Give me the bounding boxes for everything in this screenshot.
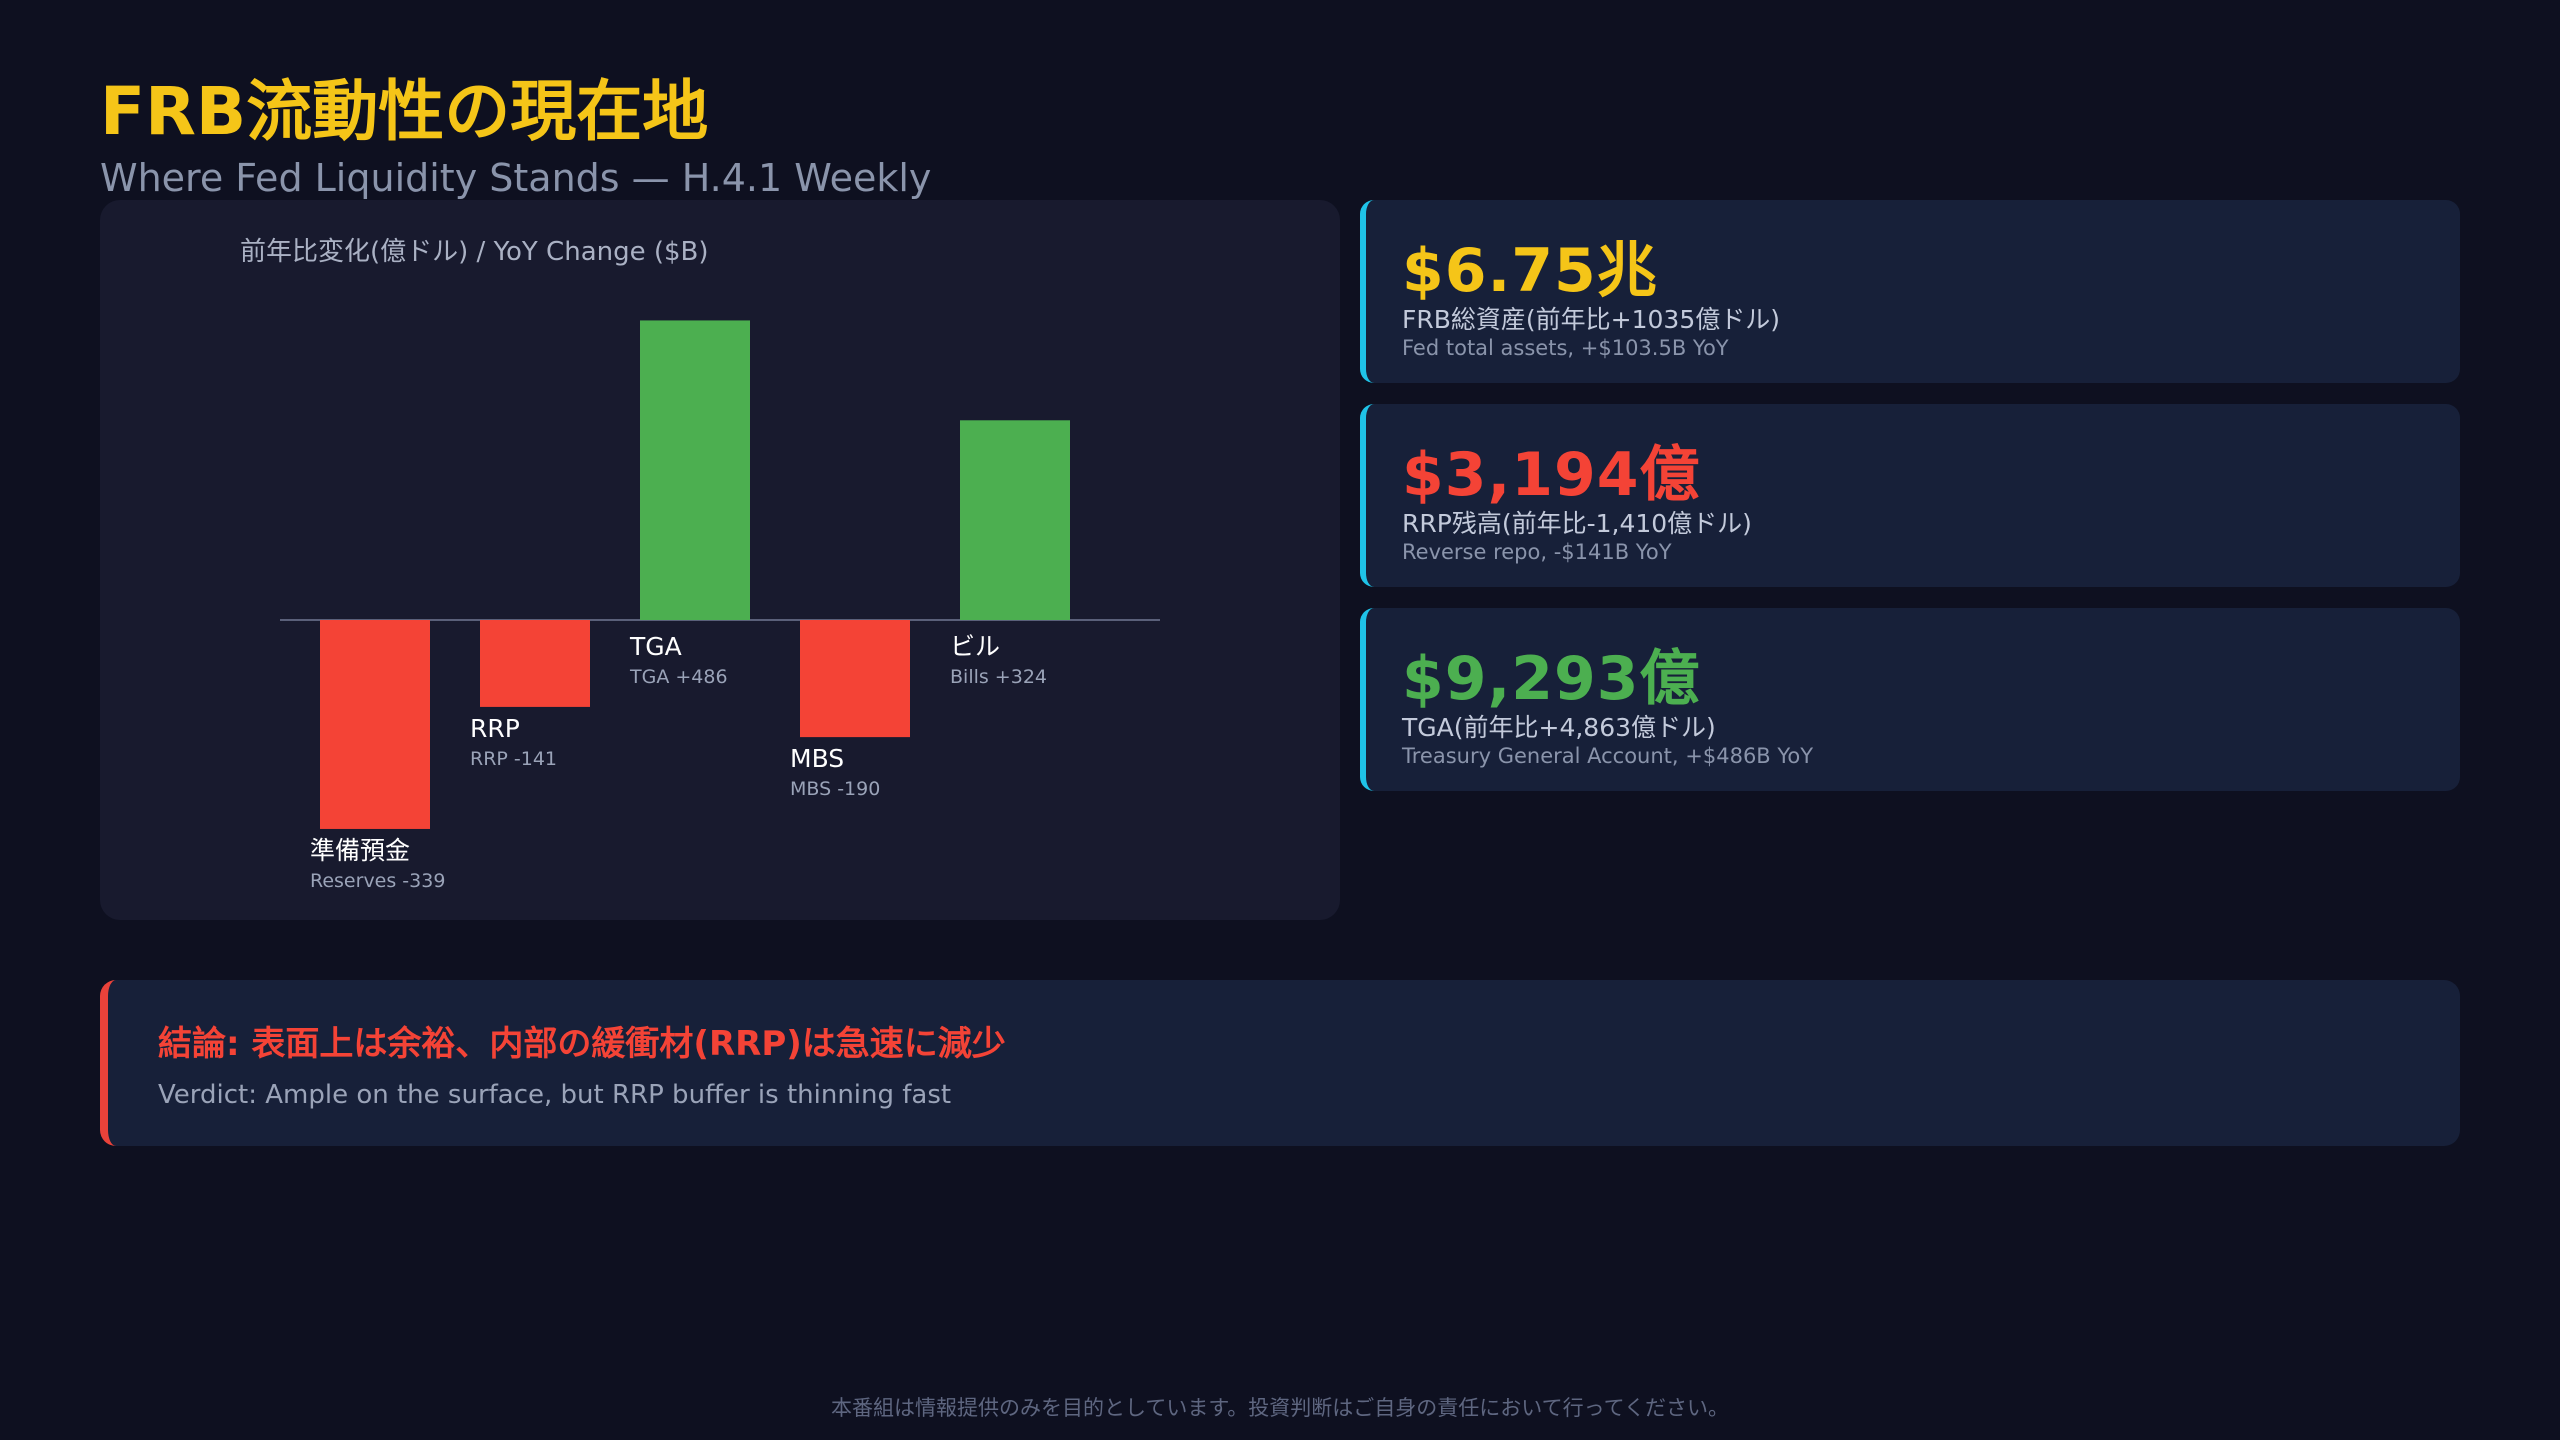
card-value: $9,293億 bbox=[1402, 644, 1701, 714]
bar-sublabel-reserves: Reserves -339 bbox=[310, 870, 445, 892]
bar-sublabel-mbs: MBS -190 bbox=[790, 778, 880, 800]
fed-total-assets-card: $6.75兆 FRB総資産(前年比+1035億ドル) Fed total ass… bbox=[1360, 200, 2460, 383]
bar-label-mbs: MBS bbox=[790, 744, 844, 773]
bar-rrp bbox=[480, 620, 590, 707]
card-label-en: Reverse repo, -$141B YoY bbox=[1402, 540, 1672, 564]
verdict-box: 結論: 表面上は余裕、内部の緩衝材(RRP)は急速に減少 Verdict: Am… bbox=[100, 980, 2460, 1146]
card-label-jp: RRP残高(前年比-1,410億ドル) bbox=[1402, 509, 1752, 538]
bar-bills bbox=[960, 420, 1070, 620]
bar-label-bills: ビル bbox=[950, 632, 1000, 661]
card-value: $3,194億 bbox=[1402, 440, 1701, 510]
page-subtitle: Where Fed Liquidity Stands — H.4.1 Weekl… bbox=[100, 156, 932, 200]
bar-sublabel-tga: TGA +486 bbox=[629, 666, 728, 688]
card-label-en: Treasury General Account, +$486B YoY bbox=[1402, 744, 1814, 768]
disclaimer: 本番組は情報提供のみを目的としています。投資判断はご自身の責任において行ってくだ… bbox=[831, 1396, 1729, 1420]
verdict-en: Verdict: Ample on the surface, but RRP b… bbox=[158, 1080, 952, 1110]
page-title: FRB流動性の現在地 bbox=[100, 73, 709, 150]
rrp-balance-card: $3,194億 RRP残高(前年比-1,410億ドル) Reverse repo… bbox=[1360, 404, 2460, 587]
bar-sublabel-rrp: RRP -141 bbox=[470, 748, 557, 770]
bar-sublabel-bills: Bills +324 bbox=[950, 666, 1047, 688]
bar-reserves bbox=[320, 620, 430, 829]
bar-mbs bbox=[800, 620, 910, 738]
tga-card: $9,293億 TGA(前年比+4,863億ドル) Treasury Gener… bbox=[1360, 608, 2460, 791]
card-label-en: Fed total assets, +$103.5B YoY bbox=[1402, 336, 1729, 360]
bar-label-rrp: RRP bbox=[470, 714, 520, 743]
card-label-jp: FRB総資産(前年比+1035億ドル) bbox=[1402, 305, 1780, 334]
card-label-jp: TGA(前年比+4,863億ドル) bbox=[1402, 713, 1716, 742]
chart-panel: 前年比変化(億ドル) / YoY Change ($B) 準備預金 Reserve… bbox=[100, 200, 1340, 920]
bar-label-tga: TGA bbox=[629, 632, 682, 661]
card-value: $6.75兆 bbox=[1402, 236, 1658, 306]
bar-tga bbox=[640, 320, 750, 620]
verdict-jp: 結論: 表面上は余裕、内部の緩衝材(RRP)は急速に減少 bbox=[158, 1024, 1006, 1064]
bar-label-reserves: 準備預金 bbox=[310, 836, 410, 865]
yoy-bar-chart: 前年比変化(億ドル) / YoY Change ($B) 準備預金 Reserve… bbox=[240, 237, 1160, 892]
chart-title: 前年比変化(億ドル) / YoY Change ($B) bbox=[240, 237, 709, 267]
